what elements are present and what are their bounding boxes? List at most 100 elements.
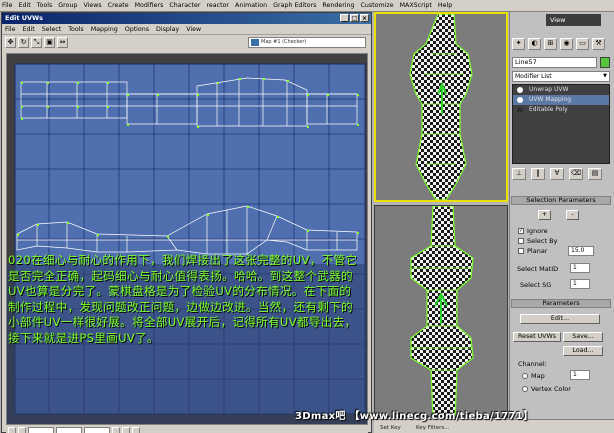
uv-grid-and-islands bbox=[7, 63, 367, 424]
rollout-title[interactable]: Parameters bbox=[511, 299, 611, 308]
uv-menu-tools[interactable]: Tools bbox=[68, 26, 84, 33]
uv-menu-edit[interactable]: Edit bbox=[23, 26, 35, 33]
close-icon[interactable]: × bbox=[360, 14, 369, 22]
planar-angle-spinner[interactable]: 15.0 bbox=[568, 246, 594, 256]
move-icon[interactable]: ✥ bbox=[5, 37, 16, 48]
ignore-label: Ignore bbox=[527, 227, 548, 235]
map-channel-row[interactable]: Map bbox=[522, 372, 545, 380]
main-menu-bar: File Edit Tools Group Views Create Modif… bbox=[0, 0, 614, 12]
make-unique-icon[interactable]: ∀ bbox=[550, 168, 564, 180]
viewport-upper[interactable] bbox=[374, 12, 508, 202]
contract-selection-button[interactable]: - bbox=[566, 210, 579, 220]
menu-create[interactable]: Create bbox=[108, 2, 129, 9]
lightbulb-icon[interactable] bbox=[517, 87, 523, 93]
load-button[interactable]: Load... bbox=[563, 346, 603, 356]
display-tab-icon[interactable]: ▭ bbox=[576, 38, 589, 50]
key-filters-button[interactable]: Key Filters... bbox=[416, 425, 449, 431]
sg-spinner[interactable]: 1 bbox=[570, 279, 590, 289]
mirror-icon[interactable]: ⇔ bbox=[57, 37, 68, 48]
menu-rendering[interactable]: Rendering bbox=[322, 2, 354, 9]
set-key-button[interactable]: Set Key bbox=[380, 425, 401, 431]
stack-item-uvw-mapping[interactable]: UVW Mapping bbox=[513, 95, 609, 105]
map-channel-label: Map bbox=[531, 372, 545, 380]
stack-item-unwrap-uvw[interactable]: Unwrap UVW bbox=[513, 85, 609, 95]
uv-menu-display[interactable]: Display bbox=[156, 26, 179, 33]
create-tab-icon[interactable]: ✦ bbox=[512, 38, 525, 50]
menu-customize[interactable]: Customize bbox=[361, 2, 394, 9]
menu-group[interactable]: Group bbox=[58, 2, 77, 9]
menu-maxscript[interactable]: MAXScript bbox=[400, 2, 432, 9]
object-color-swatch[interactable] bbox=[600, 57, 610, 68]
expand-selection-button[interactable]: + bbox=[538, 210, 551, 220]
lightbulb-icon[interactable] bbox=[517, 97, 523, 103]
matid-spinner[interactable]: 1 bbox=[570, 263, 590, 273]
uv-menu-select[interactable]: Select bbox=[42, 26, 61, 33]
caption-text: 020在细心与耐心的作用下，我们焊接出了这张完整的UV，不管它是否完全正确，起码… bbox=[8, 253, 358, 345]
configure-sets-icon[interactable]: ▤ bbox=[588, 168, 602, 180]
edit-button[interactable]: Edit... bbox=[520, 314, 600, 324]
radio-icon[interactable] bbox=[522, 373, 528, 379]
map-dropdown[interactable]: Map #1 (Checker) bbox=[248, 37, 366, 48]
freeform-icon[interactable]: ▣ bbox=[44, 37, 55, 48]
remove-modifier-icon[interactable]: ⌫ bbox=[569, 168, 583, 180]
edit-uvws-window: Edit UVWs _ □ × File Edit Select Tools M… bbox=[1, 12, 372, 433]
menu-tools[interactable]: Tools bbox=[37, 2, 53, 9]
utilities-tab-icon[interactable]: ⚒ bbox=[592, 38, 605, 50]
ignore-backfacing-row[interactable]: ✓ Ignore bbox=[518, 227, 548, 235]
save-button[interactable]: Save... bbox=[563, 332, 603, 342]
vertex-color-label: Vertex Color bbox=[531, 385, 571, 393]
menu-graph-editors[interactable]: Graph Editors bbox=[273, 2, 316, 9]
planar-row[interactable]: Planar bbox=[518, 247, 547, 255]
modifier-list-dropdown[interactable]: Modifier List bbox=[512, 71, 610, 82]
pin-stack-icon[interactable]: ⊥ bbox=[512, 168, 526, 180]
minimize-icon[interactable]: _ bbox=[340, 14, 349, 22]
map-dropdown-label: Map #1 (Checker) bbox=[261, 39, 307, 45]
menu-reactor[interactable]: reactor bbox=[206, 2, 229, 9]
object-name-field[interactable]: Line57 bbox=[512, 57, 597, 68]
motion-tab-icon[interactable]: ◉ bbox=[560, 38, 573, 50]
modify-tab-icon[interactable]: ◐ bbox=[528, 38, 541, 50]
reset-uvws-button[interactable]: Reset UVWs bbox=[513, 332, 561, 342]
maximize-icon[interactable]: □ bbox=[350, 14, 359, 22]
checkbox-icon[interactable]: ✓ bbox=[518, 228, 524, 234]
lock-icon[interactable] bbox=[8, 426, 16, 433]
viewport-lower[interactable] bbox=[374, 205, 508, 418]
pan-icon[interactable] bbox=[112, 426, 120, 433]
weapon-model-bottom bbox=[410, 206, 474, 417]
uv-menu-options[interactable]: Options bbox=[125, 26, 149, 33]
uv-menu-mapping[interactable]: Mapping bbox=[91, 26, 118, 33]
show-end-result-icon[interactable]: ‖ bbox=[531, 168, 545, 180]
edit-uvws-titlebar[interactable]: Edit UVWs _ □ × bbox=[2, 13, 371, 24]
uv-menu-view[interactable]: View bbox=[186, 26, 201, 33]
channel-label: Channel: bbox=[518, 360, 547, 368]
view-dropdown[interactable]: View bbox=[546, 14, 601, 26]
lightbulb-icon[interactable] bbox=[517, 107, 523, 113]
checkbox-icon[interactable] bbox=[518, 248, 524, 254]
rollout-title[interactable]: Selection Parameters bbox=[511, 196, 611, 205]
menu-edit[interactable]: Edit bbox=[19, 2, 31, 9]
menu-views[interactable]: Views bbox=[83, 2, 101, 9]
u-field[interactable] bbox=[28, 426, 54, 433]
radio-icon[interactable] bbox=[522, 386, 528, 392]
menu-animation[interactable]: Animation bbox=[235, 2, 267, 9]
rotate-icon[interactable]: ↻ bbox=[18, 37, 29, 48]
menu-file[interactable]: File bbox=[2, 2, 13, 9]
select-sg-label: Select SG bbox=[520, 281, 552, 289]
v-field[interactable] bbox=[56, 426, 82, 433]
w-field[interactable] bbox=[84, 426, 110, 433]
select-by-row[interactable]: Select By bbox=[518, 237, 557, 245]
stack-item-editable-poly[interactable]: Editable Poly bbox=[513, 105, 609, 115]
vertex-color-row[interactable]: Vertex Color bbox=[522, 385, 571, 393]
zoom-region-icon[interactable] bbox=[132, 426, 140, 433]
menu-help[interactable]: Help bbox=[438, 2, 452, 9]
map-channel-spinner[interactable]: 1 bbox=[570, 370, 590, 380]
checkbox-icon[interactable] bbox=[518, 238, 524, 244]
zoom-icon[interactable] bbox=[122, 426, 130, 433]
uv-mode-icon[interactable] bbox=[18, 426, 26, 433]
uv-editor-canvas[interactable] bbox=[6, 53, 368, 425]
uv-menu-file[interactable]: File bbox=[5, 26, 16, 33]
hierarchy-tab-icon[interactable]: ⊞ bbox=[544, 38, 557, 50]
scale-icon[interactable]: ⤡ bbox=[31, 37, 42, 48]
menu-character[interactable]: Character bbox=[169, 2, 200, 9]
menu-modifiers[interactable]: Modifiers bbox=[135, 2, 164, 9]
